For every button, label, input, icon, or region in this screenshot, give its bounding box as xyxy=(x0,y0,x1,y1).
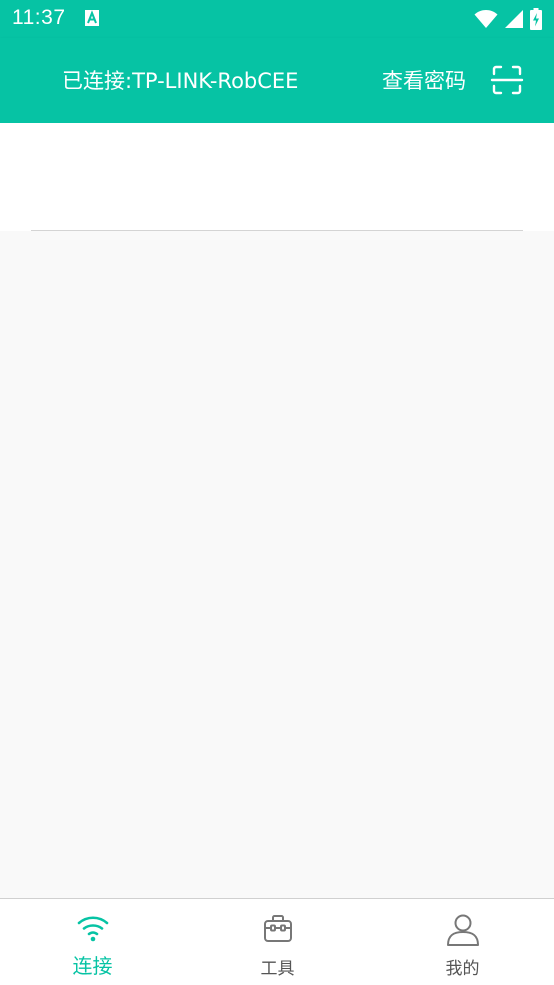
view-password-button[interactable]: 查看密码 xyxy=(382,65,466,95)
cell-signal-icon xyxy=(505,10,523,28)
app-bar: 已连接:TP-LINK-RobCEE 查看密码 xyxy=(0,38,554,123)
main-content xyxy=(0,231,554,898)
status-bar: 11:37 xyxy=(0,0,554,38)
bottom-nav: 连接 工具 我的 xyxy=(0,898,554,985)
status-time: 11:37 xyxy=(12,6,66,29)
battery-charging-icon xyxy=(530,8,542,30)
toolbox-icon xyxy=(263,915,292,942)
nav-item-connect[interactable]: 连接 xyxy=(0,899,185,985)
scan-icon[interactable] xyxy=(490,63,524,97)
nav-item-tools[interactable]: 工具 xyxy=(185,899,370,985)
header-area xyxy=(0,123,554,231)
wifi-icon xyxy=(474,10,498,28)
person-icon xyxy=(446,914,479,946)
status-icons xyxy=(474,8,542,30)
wifi-icon xyxy=(77,916,108,942)
nav-label-connect: 连接 xyxy=(72,954,113,978)
connected-network-title: 已连接:TP-LINK-RobCEE xyxy=(62,69,299,93)
nav-label-tools: 工具 xyxy=(260,959,295,979)
app-notification-icon xyxy=(85,10,99,26)
nav-item-mine[interactable]: 我的 xyxy=(370,899,554,985)
nav-label-mine: 我的 xyxy=(445,959,480,979)
